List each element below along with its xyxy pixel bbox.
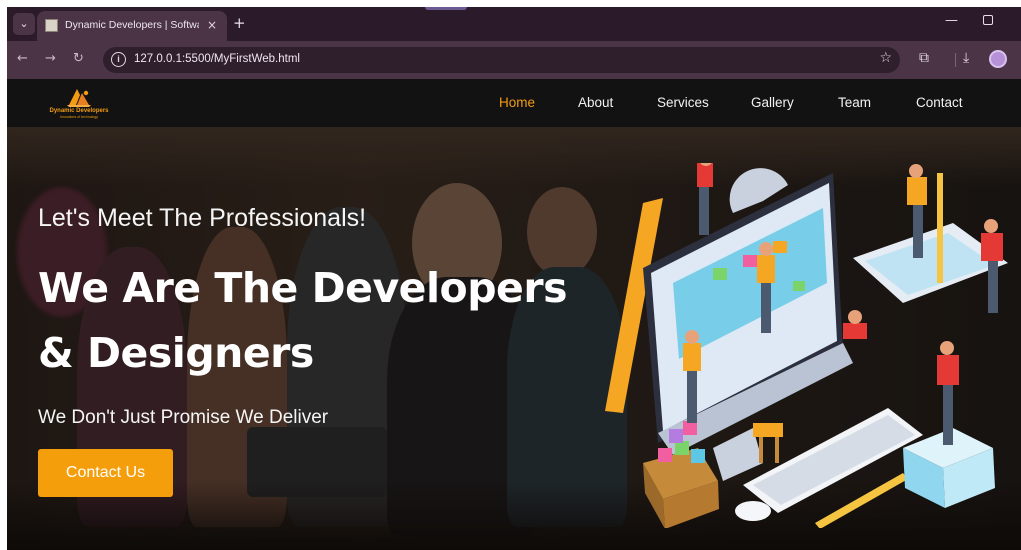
- logo-name: Dynamic Developers: [49, 108, 109, 114]
- contact-us-button[interactable]: Contact Us: [38, 449, 173, 497]
- hero-tagline: We Don't Just Promise We Deliver: [38, 407, 329, 428]
- close-icon[interactable]: ×: [207, 18, 217, 32]
- site-logo[interactable]: Dynamic Developers Innovators of technol…: [49, 87, 109, 121]
- hero-section: Let's Meet The Professionals! We Are The…: [7, 127, 1021, 550]
- tab-search-icon[interactable]: ⌄: [13, 13, 35, 35]
- hero-subheading: Let's Meet The Professionals!: [38, 204, 367, 232]
- nav-home[interactable]: Home: [499, 95, 535, 110]
- nav-team[interactable]: Team: [838, 95, 871, 110]
- logo-icon: [67, 89, 91, 107]
- new-tab-icon[interactable]: +: [233, 13, 246, 33]
- hero-heading-line1: We Are The Developers: [38, 264, 568, 312]
- tab-strip: ⌄ Dynamic Developers | Software × + —: [7, 7, 1021, 41]
- nav-contact[interactable]: Contact: [916, 95, 963, 110]
- logo-tagline: Innovators of technology: [59, 115, 99, 119]
- tab-title: Dynamic Developers | Software: [65, 19, 199, 31]
- star-icon[interactable]: ☆: [879, 50, 892, 66]
- browser-tab[interactable]: Dynamic Developers | Software ×: [37, 11, 227, 41]
- toolbar-divider: [955, 53, 956, 67]
- back-icon[interactable]: ←: [17, 51, 28, 67]
- web-page: Dynamic Developers Innovators of technol…: [7, 79, 1021, 550]
- reload-icon[interactable]: ↻: [73, 51, 84, 67]
- extensions-icon[interactable]: ⧉: [919, 50, 929, 66]
- site-info-icon[interactable]: i: [111, 52, 126, 67]
- nav-gallery[interactable]: Gallery: [751, 95, 794, 110]
- drag-indicator: [425, 7, 467, 10]
- address-bar[interactable]: i 127.0.0.1:5500/MyFirstWeb.html ☆: [103, 47, 900, 73]
- site-navbar: Dynamic Developers Innovators of technol…: [7, 79, 1021, 127]
- developers-illustration: [605, 163, 1008, 528]
- nav-services[interactable]: Services: [657, 95, 709, 110]
- forward-icon[interactable]: →: [45, 51, 56, 67]
- url-text[interactable]: 127.0.0.1:5500/MyFirstWeb.html: [134, 53, 300, 65]
- browser-window: ⌄ Dynamic Developers | Software × + — ← …: [7, 7, 1021, 550]
- favicon-icon: [45, 19, 58, 32]
- browser-toolbar: ← → ↻ i 127.0.0.1:5500/MyFirstWeb.html ☆…: [7, 41, 1021, 79]
- restore-icon[interactable]: [983, 15, 993, 25]
- minimize-icon[interactable]: —: [945, 13, 958, 28]
- profile-avatar[interactable]: [989, 50, 1007, 68]
- download-icon[interactable]: ⤓: [963, 50, 969, 66]
- nav-about[interactable]: About: [578, 95, 613, 110]
- hero-heading-line2: & Designers: [38, 329, 314, 377]
